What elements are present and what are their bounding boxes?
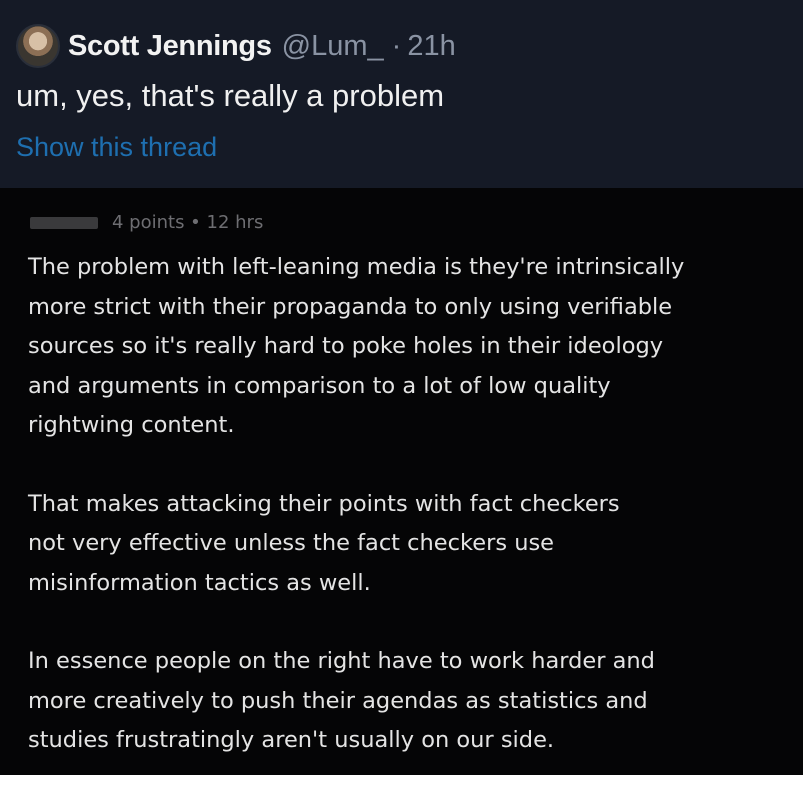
comment-screenshot: 4 points • 12 hrs The problem with left-… (0, 188, 803, 797)
comment-line: rightwing content. (28, 412, 235, 438)
comment-line: In essence people on the right have to w… (28, 648, 655, 674)
comment-line: more strict with their propaganda to onl… (28, 293, 673, 320)
tweet-timestamp[interactable]: 21h (407, 30, 455, 63)
comment-line: more creatively to push their agendas as… (28, 687, 648, 714)
tweet-text: um, yes, that's really a problem (16, 78, 445, 113)
tweet-card: Scott Jennings @Lum_ · 21h um, yes, that… (0, 0, 803, 188)
comment-paragraph: The problem with left-leaning media is t… (28, 248, 798, 446)
comment-line: That makes attacking their points with f… (28, 490, 620, 517)
comment-points-time: 4 points • 12 hrs (112, 212, 264, 233)
comment-paragraph: That makes attacking their points with f… (28, 485, 798, 604)
user-handle[interactable]: @Lum_ (282, 30, 384, 63)
comment-line: misinformation tactics as well. (28, 569, 371, 596)
comment-line: sources so it's really hard to poke hole… (28, 333, 664, 359)
comment-paragraph: In essence people on the right have to w… (28, 642, 798, 761)
comment-body: The problem with left-leaning media is t… (28, 248, 798, 797)
tweet-header: Scott Jennings @Lum_ · 21h (16, 24, 456, 68)
comment-line: and arguments in comparison to a lot of … (28, 372, 611, 399)
redacted-username (30, 216, 98, 229)
bottom-edge-strip (0, 775, 803, 797)
separator-dot: · (391, 29, 402, 62)
show-thread-link[interactable]: Show this thread (16, 132, 217, 163)
user-avatar-icon[interactable] (16, 24, 60, 68)
comment-line: The problem with left-leaning media is t… (28, 254, 685, 280)
comment-line: studies frustratingly aren't usually on … (28, 727, 555, 753)
comment-meta: 4 points • 12 hrs (30, 212, 263, 233)
display-name[interactable]: Scott Jennings (68, 30, 272, 63)
comment-line: not very effective unless the fact check… (28, 530, 555, 556)
